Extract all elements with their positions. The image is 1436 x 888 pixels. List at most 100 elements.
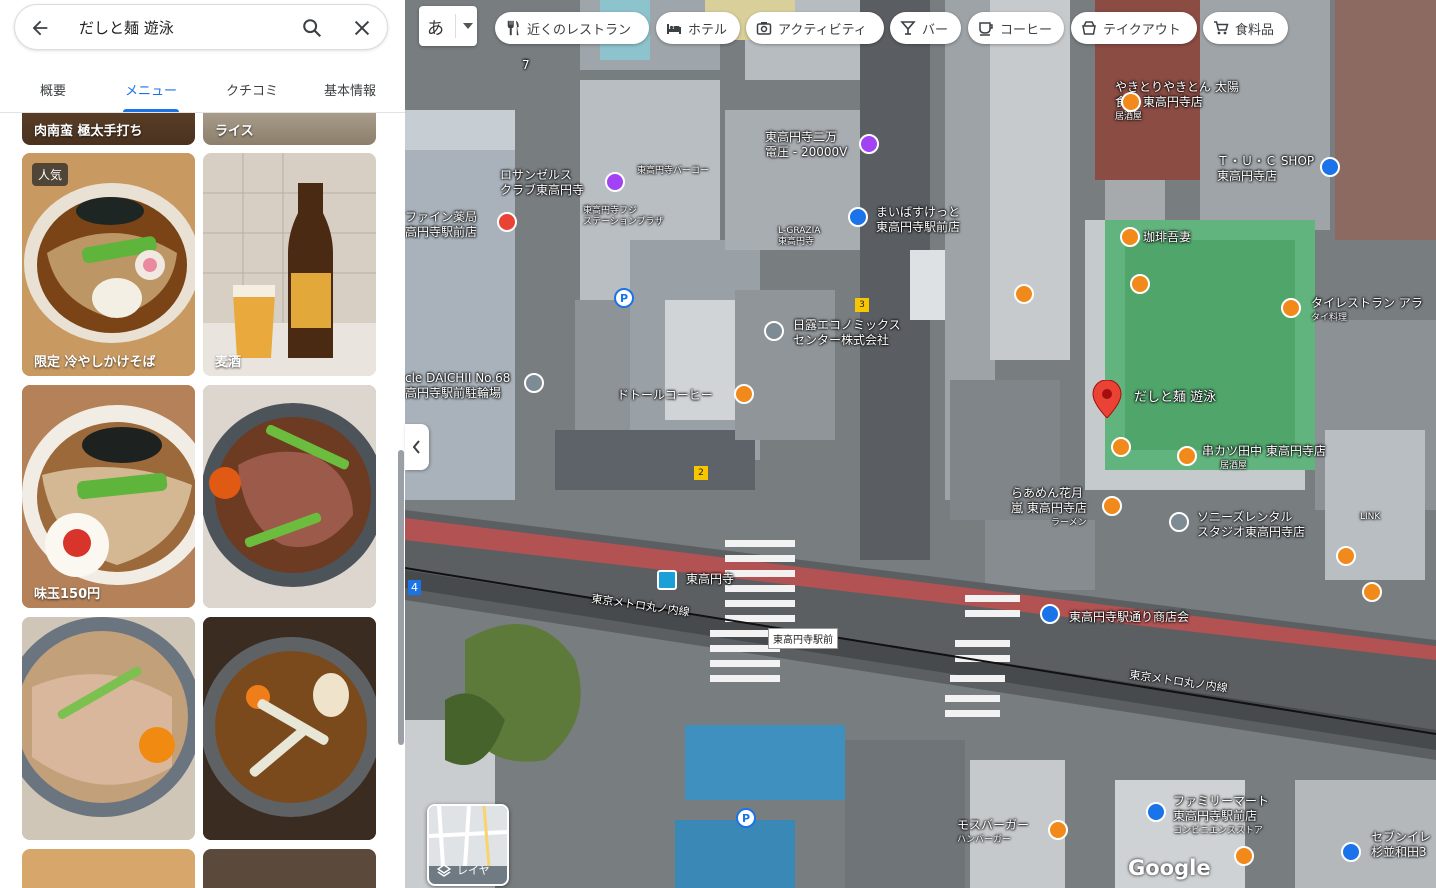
- place-label-thai-restaurant[interactable]: タイレストラン アラ タイ料理: [1311, 296, 1423, 326]
- chip-coffee[interactable]: コーヒー: [968, 12, 1064, 44]
- restaurant-pin-icon[interactable]: [1177, 446, 1197, 466]
- beer-photo: [203, 153, 376, 376]
- tab-menu[interactable]: メニュー: [111, 80, 191, 112]
- search-icon[interactable]: [301, 17, 323, 39]
- menu-photo[interactable]: 人気 限定 冷やしかけそば: [22, 153, 195, 376]
- place-label-mybasket[interactable]: まいばすけっと 東高円寺駅前店: [876, 205, 960, 235]
- restaurant-pin-icon[interactable]: [1048, 820, 1068, 840]
- place-label-kushikatsu[interactable]: 串カツ田中 東高円寺店 居酒屋: [1202, 444, 1326, 474]
- place-label-doutor[interactable]: ドトールコーヒー: [617, 388, 713, 403]
- search-box: [14, 4, 388, 50]
- chip-takeout[interactable]: テイクアウト: [1071, 12, 1197, 44]
- takeout-icon: [1082, 21, 1096, 35]
- place-label-tuc-shop[interactable]: Ｔ・Ｕ・Ｃ SHOP 東高円寺店: [1217, 154, 1314, 184]
- cart-icon: [1214, 21, 1229, 35]
- parking-pin-icon[interactable]: P: [614, 288, 634, 308]
- cafe-pin-icon[interactable]: [734, 384, 754, 404]
- menu-photo[interactable]: [22, 617, 195, 840]
- back-arrow-icon[interactable]: [29, 17, 51, 39]
- chip-activities[interactable]: アクティビティ: [746, 12, 884, 44]
- place-label-mos-burger[interactable]: モスバーガー ハンバーガー: [957, 818, 1029, 848]
- shopping-pin-icon[interactable]: [1040, 604, 1060, 624]
- panel-scrollbar[interactable]: [398, 450, 404, 745]
- tab-reviews[interactable]: クチコミ: [212, 80, 292, 112]
- restaurant-pin-icon[interactable]: [1111, 437, 1131, 457]
- generic-pin-icon[interactable]: [1169, 512, 1189, 532]
- menu-photo[interactable]: [22, 849, 195, 888]
- entertainment-pin-icon[interactable]: [605, 172, 625, 192]
- beef-soba-photo: [203, 385, 376, 608]
- tab-overview[interactable]: 概要: [13, 80, 93, 112]
- collapse-panel-button[interactable]: [405, 424, 429, 470]
- restaurant-pin-icon[interactable]: [1234, 846, 1254, 866]
- restaurant-pin-icon[interactable]: [1281, 298, 1301, 318]
- place-label-seven-eleven[interactable]: セブンイレ 杉並和田3: [1371, 830, 1431, 860]
- bus-stop-label[interactable]: 東高円寺駅前: [768, 628, 838, 649]
- grocery-pin-icon[interactable]: [848, 207, 868, 227]
- menu-photo[interactable]: 麦酒: [203, 153, 376, 376]
- restaurant-pin-icon[interactable]: [1130, 274, 1150, 294]
- place-label-bicycle-parking[interactable]: cle DAICHII No.68 高円寺駅前駐輪場: [405, 371, 510, 401]
- caret-down-icon: [463, 23, 473, 29]
- place-label-station-plaza[interactable]: 東高円寺フジ ステーションプラザ: [583, 206, 664, 228]
- place-label-losangeles[interactable]: ロサンゼルス クラブ東高円寺: [500, 168, 584, 198]
- restaurant-pin-icon[interactable]: [1014, 284, 1034, 304]
- menu-photo[interactable]: 肉南蛮 極太手打ち: [22, 113, 195, 145]
- bar-pin-icon[interactable]: [1336, 546, 1356, 566]
- place-label-kagetsu-ramen[interactable]: らあめん花月嵐 東高円寺店 ラーメン: [1011, 486, 1087, 531]
- place-label-nichiro[interactable]: 日露エコノミックス センター株式会社: [793, 318, 901, 348]
- photo-caption: 味玉150円: [34, 587, 101, 602]
- place-label-nimanden[interactable]: 東高円寺二万 電圧 - 20000V: [765, 130, 847, 160]
- parking-pin-icon[interactable]: P: [736, 808, 756, 828]
- tab-about[interactable]: 基本情報: [310, 80, 390, 112]
- restaurant-pin-icon[interactable]: [1121, 92, 1141, 112]
- map-thumbnail: [429, 806, 507, 867]
- chip-hotels[interactable]: ホテル: [656, 12, 740, 44]
- place-label-familymart[interactable]: ファミリーマート 東高円寺駅前店 コンビニエンスストア: [1173, 794, 1269, 839]
- place-label-link[interactable]: LINK: [1360, 512, 1380, 523]
- ramen-pin-icon[interactable]: [1102, 496, 1122, 516]
- layers-icon: [437, 864, 451, 877]
- chevron-left-icon: [412, 440, 420, 454]
- pharmacy-pin-icon[interactable]: [497, 212, 517, 232]
- place-label-shotengai[interactable]: 東高円寺駅通り商店会: [1069, 610, 1189, 625]
- pork-soba-photo: [22, 617, 195, 840]
- cafe-pin-icon[interactable]: [1120, 227, 1140, 247]
- menu-photo[interactable]: 味玉150円: [22, 385, 195, 608]
- photo-caption: 麦酒: [215, 355, 242, 370]
- convenience-store-pin-icon[interactable]: [1146, 802, 1166, 822]
- place-label-coffee-azuma[interactable]: 珈琲吾妻: [1143, 230, 1191, 245]
- language-switch[interactable]: あ: [419, 6, 477, 46]
- fork-knife-icon: [507, 20, 519, 36]
- menu-photo[interactable]: [203, 849, 376, 888]
- cold-soba-photo: [22, 153, 195, 376]
- tsukemen-photo: [203, 617, 376, 840]
- entertainment-pin-icon[interactable]: [859, 134, 879, 154]
- selected-place-label[interactable]: だしと麺 遊泳: [1134, 390, 1216, 405]
- generic-pin-icon[interactable]: [524, 373, 544, 393]
- metro-station-icon[interactable]: [657, 570, 677, 590]
- station-label[interactable]: 東高円寺: [686, 572, 734, 587]
- shop-pin-icon[interactable]: [1320, 157, 1340, 177]
- menu-photo[interactable]: ライス: [203, 113, 376, 145]
- menu-photo[interactable]: [203, 385, 376, 608]
- selected-place-pin-icon[interactable]: [1092, 380, 1122, 418]
- chip-bars[interactable]: バー: [890, 12, 961, 44]
- chip-groceries[interactable]: 食料品: [1203, 12, 1288, 44]
- close-icon[interactable]: [351, 17, 373, 39]
- place-label-pharmacy[interactable]: ファイン薬局 高円寺駅前店: [405, 210, 477, 240]
- search-input[interactable]: [79, 15, 289, 39]
- menu-photo-grid: 肉南蛮 極太手打ち ライス 人気 限定 冷やしかけそば 麦酒 味玉150円: [0, 113, 405, 888]
- generic-pin-icon[interactable]: [764, 321, 784, 341]
- chip-nearby-restaurants[interactable]: 近くのレストラン: [495, 12, 649, 44]
- restaurant-pin-icon[interactable]: [1362, 582, 1382, 602]
- menu-photo[interactable]: [203, 617, 376, 840]
- place-label-sonyz-rental[interactable]: ソニーズレンタル スタジオ東高円寺店: [1197, 510, 1305, 540]
- map-number-label: 7: [522, 58, 530, 72]
- camera-icon: [756, 22, 772, 35]
- convenience-store-pin-icon[interactable]: [1341, 842, 1361, 862]
- satellite-map[interactable]: やきとりやきとん 太陽 食堂 東高円寺店 居酒屋 Ｔ・Ｕ・Ｃ SHOP 東高円寺店 …: [405, 0, 1436, 888]
- layers-button[interactable]: レイヤ: [427, 804, 509, 886]
- place-label-lgrazia[interactable]: L-GRAZIA 東高円寺: [778, 226, 820, 248]
- place-label-barcode[interactable]: 東高円寺バーコー: [637, 166, 709, 177]
